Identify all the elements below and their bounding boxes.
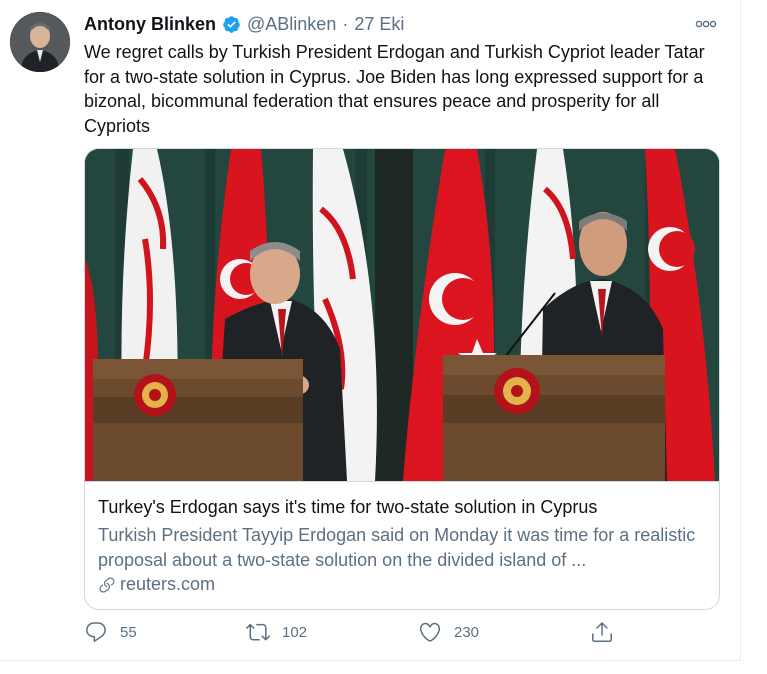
tweet[interactable]: Antony Blinken @ABlinken · 27 Eki We reg… (0, 0, 741, 661)
avatar-image (10, 12, 70, 72)
avatar[interactable] (10, 12, 70, 72)
retweet-count: 102 (282, 623, 308, 641)
like-count: 230 (454, 623, 480, 641)
tweet-date[interactable]: 27 Eki (354, 13, 404, 35)
author-handle[interactable]: @ABlinken (247, 13, 336, 35)
heart-icon (419, 622, 441, 642)
share-button[interactable] (590, 620, 614, 644)
link-preview-card[interactable]: Turkey's Erdogan says it's time for two-… (84, 148, 720, 610)
tweet-text: We regret calls by Turkish President Erd… (84, 42, 705, 136)
separator-dot: · (342, 14, 349, 34)
retweet-button[interactable]: 102 (246, 620, 307, 644)
tweet-actions: 55 102 230 (80, 620, 640, 650)
retweet-icon (246, 623, 270, 641)
like-button[interactable]: 230 (418, 620, 479, 644)
verified-badge-icon (222, 15, 241, 34)
card-image (85, 149, 719, 481)
share-icon (592, 622, 612, 642)
card-title: Turkey's Erdogan says it's time for two-… (98, 497, 598, 517)
card-domain: reuters.com (98, 574, 215, 595)
tweet-header: Antony Blinken @ABlinken · 27 Eki (84, 13, 404, 35)
reply-count: 55 (120, 623, 137, 641)
reply-button[interactable]: 55 (84, 620, 137, 644)
card-domain-text[interactable]: reuters.com (120, 574, 215, 595)
author-name[interactable]: Antony Blinken (84, 13, 216, 35)
link-icon (99, 577, 115, 593)
card-description: Turkish President Tayyip Erdogan said on… (98, 525, 696, 570)
card-body: Turkey's Erdogan says it's time for two-… (85, 481, 719, 609)
more-options-icon[interactable] (694, 14, 718, 34)
reply-icon (86, 622, 106, 642)
